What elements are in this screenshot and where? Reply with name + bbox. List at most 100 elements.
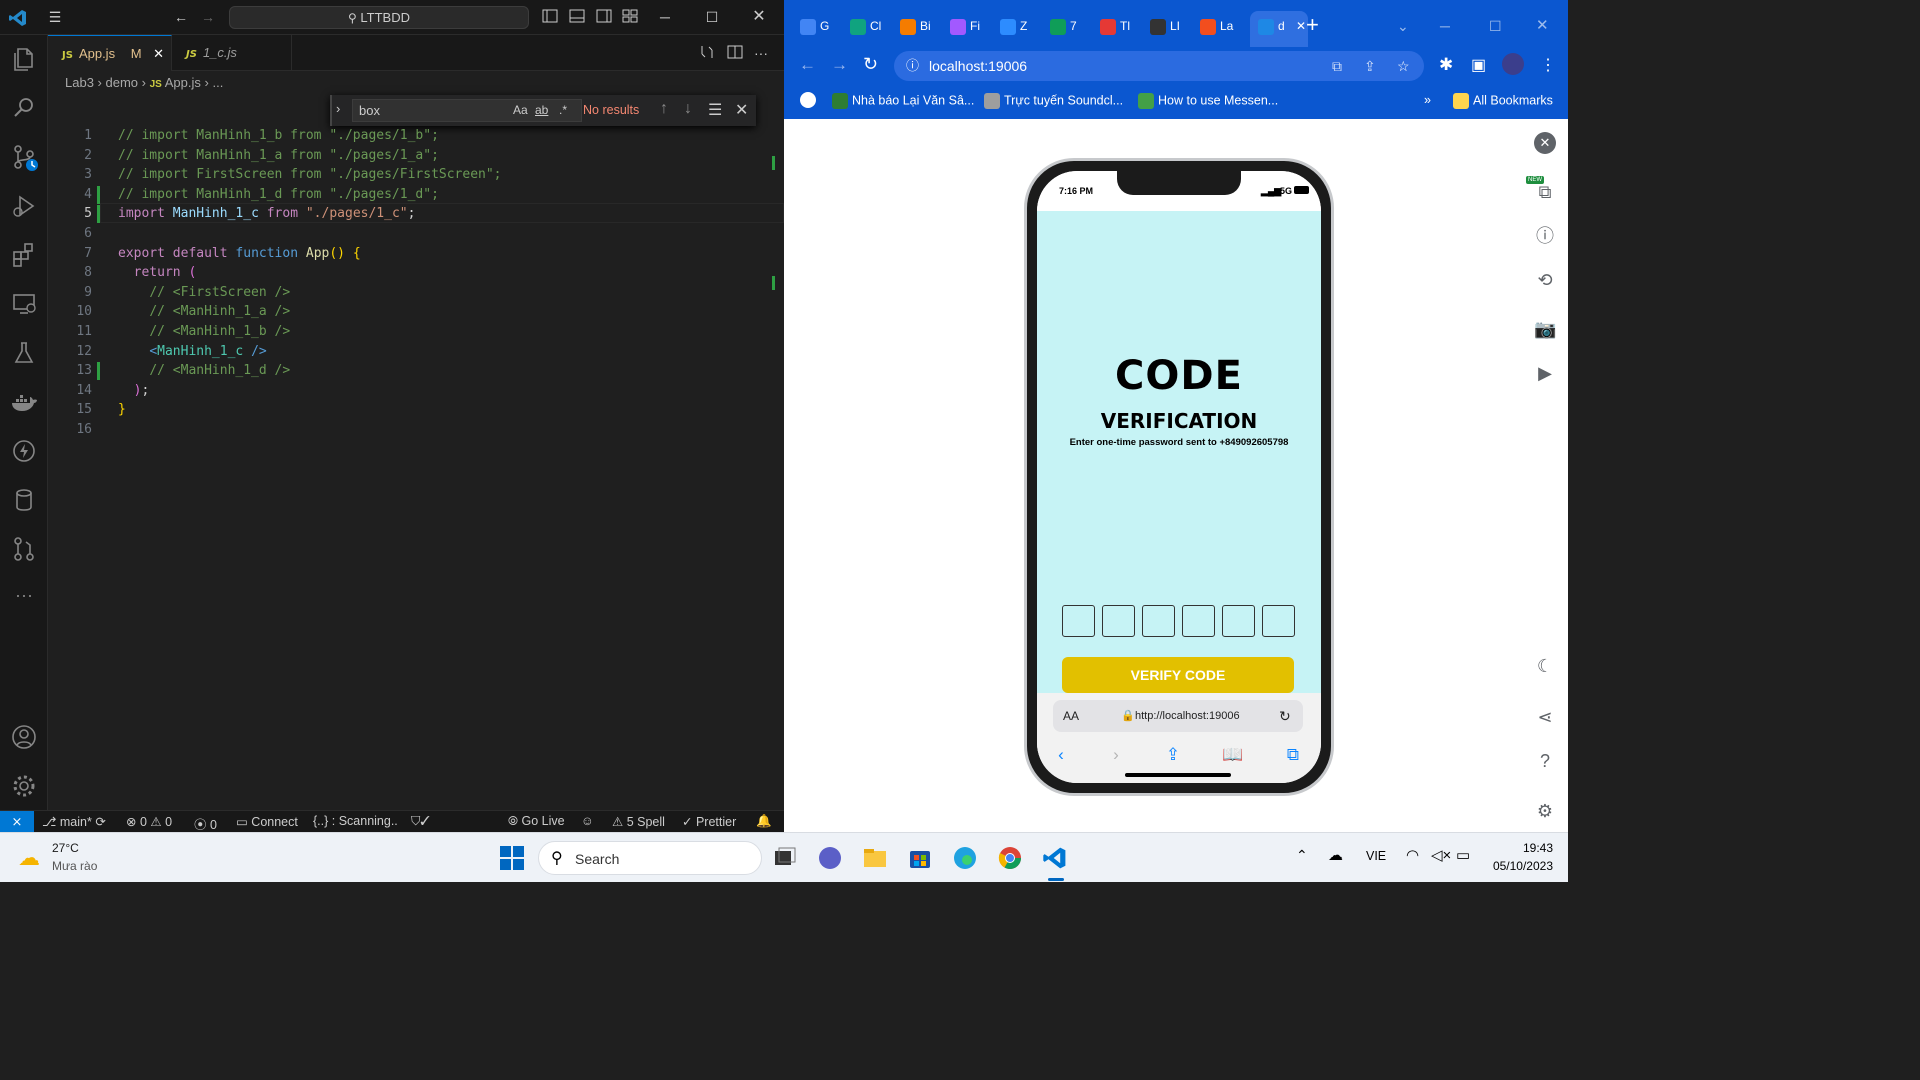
reload-icon[interactable]: ↻: [1279, 700, 1291, 732]
share-icon[interactable]: ⇪: [1161, 745, 1185, 765]
maximize-icon[interactable]: ☐: [1489, 11, 1502, 41]
scanning-status[interactable]: {..} : Scanning..: [313, 814, 398, 828]
extensions-puzzle-icon[interactable]: ✱: [1439, 55, 1453, 75]
share-icon[interactable]: ⇪: [1364, 51, 1376, 81]
close-circle-icon[interactable]: ✕: [1534, 132, 1556, 154]
browser-tab[interactable]: La: [1200, 11, 1246, 41]
menu-icon[interactable]: ☰: [46, 8, 64, 26]
explorer-icon[interactable]: [8, 43, 40, 75]
pull-requests-icon[interactable]: [8, 533, 40, 565]
maximize-icon[interactable]: ☐: [703, 8, 721, 26]
match-case-toggle[interactable]: Aa: [513, 100, 528, 121]
weather-temp[interactable]: 27°C: [52, 841, 79, 855]
wifi-icon[interactable]: ◠: [1406, 846, 1419, 864]
taskbar-search[interactable]: ⚲ Search: [538, 841, 762, 875]
weather-desc[interactable]: Mưa rào: [52, 859, 97, 873]
copilot-icon[interactable]: ☺: [581, 814, 594, 828]
browser-tab[interactable]: Tl: [1100, 11, 1146, 41]
breadcrumb-item[interactable]: ...: [212, 75, 223, 90]
info-icon[interactable]: ⓘ: [1534, 225, 1556, 247]
browser-tab[interactable]: Z: [1000, 11, 1046, 41]
shield-check-icon[interactable]: ⛉✓: [411, 814, 430, 829]
language-indicator[interactable]: VIE: [1366, 849, 1386, 863]
customize-layout-icon[interactable]: [621, 8, 639, 26]
browser-tab[interactable]: Fi: [950, 11, 996, 41]
task-view-icon[interactable]: [772, 845, 798, 871]
weather-icon[interactable]: ☁: [18, 845, 40, 871]
toggle-panel-icon[interactable]: [568, 8, 586, 26]
avatar[interactable]: [1502, 53, 1524, 75]
spell-status[interactable]: ⚠ 5 Spell: [612, 814, 665, 829]
connect-status[interactable]: ▭ Connect: [236, 814, 298, 829]
tab-close-icon[interactable]: ✕: [1293, 19, 1306, 33]
branch-status[interactable]: ⎇ main* ⟳: [42, 814, 106, 829]
open-changes-icon[interactable]: [698, 44, 716, 62]
tab-search-icon[interactable]: ⌄: [1397, 11, 1409, 41]
bookmarks-more-icon[interactable]: »: [1424, 93, 1431, 107]
verify-code-button[interactable]: VERIFY CODE: [1062, 657, 1294, 693]
bookmark-item[interactable]: Trực tuyến Soundcl...: [984, 93, 1123, 109]
accounts-icon[interactable]: [8, 721, 40, 753]
otp-digit-input[interactable]: [1262, 605, 1295, 637]
file-explorer-icon[interactable]: [862, 845, 888, 871]
editor-more-icon[interactable]: ···: [752, 44, 770, 62]
breadcrumb-item[interactable]: Lab3: [65, 75, 94, 90]
arrow-up-icon[interactable]: ↑: [660, 100, 668, 118]
source-control-icon[interactable]: [8, 141, 40, 173]
dark-mode-moon-icon[interactable]: ☾: [1534, 655, 1556, 677]
vscode-taskbar-icon[interactable]: [1042, 845, 1068, 871]
browser-tab[interactable]: d ✕: [1250, 11, 1308, 47]
otp-digit-input[interactable]: [1102, 605, 1135, 637]
video-icon[interactable]: ▶: [1534, 362, 1556, 384]
search-icon[interactable]: [8, 92, 40, 124]
notifications-bell-icon[interactable]: 🔔: [756, 814, 772, 829]
browser-tab[interactable]: Bi: [900, 11, 946, 41]
site-info-icon[interactable]: ⓘ: [906, 51, 919, 81]
testing-icon[interactable]: [8, 337, 40, 369]
arrow-down-icon[interactable]: ↓: [684, 100, 692, 118]
close-icon[interactable]: ✕: [1536, 11, 1549, 41]
prettier-status[interactable]: ✓ Prettier: [682, 814, 736, 829]
browser-tab[interactable]: 7: [1050, 11, 1096, 41]
tabs-icon[interactable]: ⧉: [1281, 745, 1305, 765]
back-arrow-icon[interactable]: ←: [172, 8, 190, 26]
microsoft-store-icon[interactable]: [907, 845, 933, 871]
forward-arrow-icon[interactable]: →: [831, 55, 848, 75]
share-nodes-icon[interactable]: ⋖: [1534, 706, 1556, 728]
camera-icon[interactable]: 📷: [1534, 318, 1556, 340]
remote-explorer-icon[interactable]: [8, 288, 40, 320]
close-icon[interactable]: ✕: [750, 8, 768, 26]
find-input[interactable]: box Aa ab .*: [352, 99, 582, 122]
rotate-icon[interactable]: ⟲: [1534, 269, 1556, 291]
forward-arrow-icon[interactable]: →: [199, 8, 217, 26]
problems-status[interactable]: ⊗ 0 ⚠ 0: [126, 814, 172, 829]
safari-address-bar[interactable]: AA 🔒 http://localhost:19006 ↻: [1053, 700, 1303, 732]
run-debug-icon[interactable]: [8, 190, 40, 222]
chevron-right-icon[interactable]: ›: [336, 101, 340, 116]
split-editor-icon[interactable]: [726, 44, 744, 62]
tab-app-js[interactable]: JS App.js M ✕: [48, 35, 172, 71]
reload-icon[interactable]: ↻: [863, 54, 878, 75]
back-chevron-icon[interactable]: ‹: [1049, 745, 1073, 765]
more-icon[interactable]: ···: [8, 582, 40, 614]
clock-time[interactable]: 19:43: [1510, 841, 1553, 855]
otp-digit-input[interactable]: [1062, 605, 1095, 637]
tab-1-c-js[interactable]: JS 1_c.js: [172, 35, 292, 71]
settings-gear-icon[interactable]: ⚙: [1534, 800, 1556, 822]
settings-gear-icon[interactable]: [8, 770, 40, 802]
clock-date[interactable]: 05/10/2023: [1480, 859, 1553, 873]
edge-icon[interactable]: [952, 845, 978, 871]
database-icon[interactable]: [8, 484, 40, 516]
windows-start-icon[interactable]: [499, 845, 525, 871]
new-tab-button[interactable]: +: [1306, 11, 1319, 41]
docker-icon[interactable]: [8, 386, 40, 418]
battery-icon[interactable]: ▭: [1456, 846, 1470, 864]
minimize-icon[interactable]: ─: [656, 8, 674, 26]
minimize-icon[interactable]: ─: [1440, 11, 1450, 41]
onedrive-icon[interactable]: ☁: [1328, 846, 1343, 864]
bookmark-star-icon[interactable]: ☆: [1397, 51, 1410, 81]
browser-tab[interactable]: LI: [1150, 11, 1196, 41]
address-bar[interactable]: ⓘ localhost:19006 ⧉ ⇪ ☆: [894, 51, 1424, 81]
toggle-sidebar-icon[interactable]: [541, 8, 559, 26]
otp-digit-input[interactable]: [1182, 605, 1215, 637]
